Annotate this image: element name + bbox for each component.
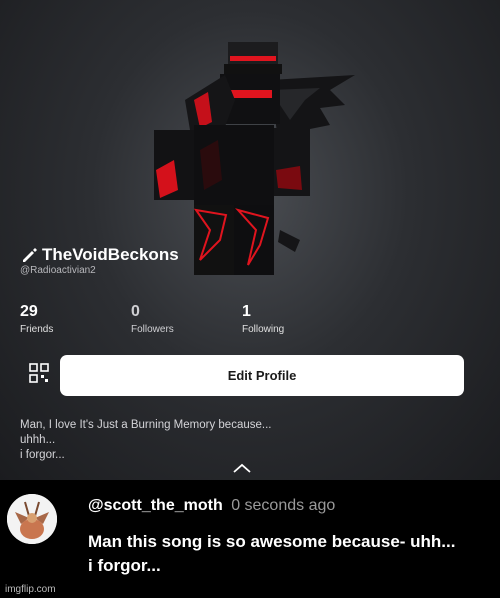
chevron-up-icon[interactable]: [232, 462, 252, 474]
friends-count: 29: [20, 303, 38, 320]
display-name: TheVoidBeckons: [42, 245, 179, 264]
comment-line: Man this song is so awesome because- uhh…: [88, 532, 456, 551]
display-name-row: TheVoidBeckons: [20, 245, 179, 265]
bio-line: Man, I love It's Just a Burning Memory b…: [20, 419, 272, 431]
stat-followers[interactable]: 0 Followers: [131, 303, 174, 335]
following-label: Following: [242, 324, 285, 335]
username: @Radioactivian2: [20, 265, 96, 276]
followers-label: Followers: [131, 324, 174, 335]
friends-label: Friends: [20, 324, 54, 335]
pencil-icon[interactable]: [20, 246, 38, 264]
comment-handle[interactable]: @scott_the_moth: [88, 497, 223, 514]
bio-line: uhhh...: [20, 434, 56, 446]
profile-panel: TheVoidBeckons @Radioactivian2 29 Friend…: [0, 0, 500, 480]
commenter-avatar[interactable]: [7, 494, 57, 544]
stat-friends[interactable]: 29 Friends: [20, 303, 53, 335]
bio-text: Man, I love It's Just a Burning Memory b…: [20, 418, 271, 463]
comment-header: @scott_the_moth 0 seconds ago: [88, 497, 335, 515]
edit-profile-button[interactable]: Edit Profile: [60, 355, 464, 396]
moth-icon: [7, 494, 57, 544]
bio-line: i forgor...: [20, 449, 65, 461]
following-count: 1: [242, 303, 251, 320]
stat-following[interactable]: 1 Following: [242, 303, 284, 335]
watermark: imgflip.com: [5, 584, 56, 595]
comment-line: i forgor...: [88, 556, 161, 575]
comment-panel: @scott_the_moth 0 seconds ago Man this s…: [0, 480, 500, 598]
qr-code-icon[interactable]: [29, 363, 49, 383]
comment-text: Man this song is so awesome because- uhh…: [88, 530, 455, 578]
comment-time: 0 seconds ago: [231, 497, 336, 514]
followers-count: 0: [131, 303, 140, 320]
